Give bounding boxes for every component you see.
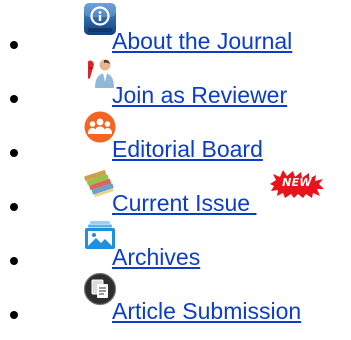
current-issue-link[interactable]: Current Issue — [112, 189, 256, 217]
new-badge: NEW — [268, 169, 326, 199]
bullet-icon — [10, 311, 18, 319]
menu-item-about-journal: About the Journal — [0, 2, 351, 54]
bullet-icon — [10, 41, 18, 49]
menu-item-current-issue: Current Issue NEW — [0, 164, 351, 216]
menu-item-archives: Archives — [0, 218, 351, 270]
archives-link[interactable]: Archives — [112, 243, 200, 271]
editorial-board-link[interactable]: Editorial Board — [112, 135, 263, 163]
article-submission-link[interactable]: Article Submission — [112, 297, 301, 325]
menu-item-article-submission: Article Submission — [0, 272, 351, 324]
new-badge-text: NEW — [282, 176, 312, 189]
join-reviewer-link[interactable]: Join as Reviewer — [112, 81, 287, 109]
bullet-icon — [10, 149, 18, 157]
bullet-icon — [10, 95, 18, 103]
menu-item-join-reviewer: Join as Reviewer — [0, 56, 351, 108]
bullet-icon — [10, 203, 18, 211]
menu-item-editorial-board: Editorial Board — [0, 110, 351, 162]
bullet-icon — [10, 257, 18, 265]
about-journal-link[interactable]: About the Journal — [112, 27, 292, 55]
